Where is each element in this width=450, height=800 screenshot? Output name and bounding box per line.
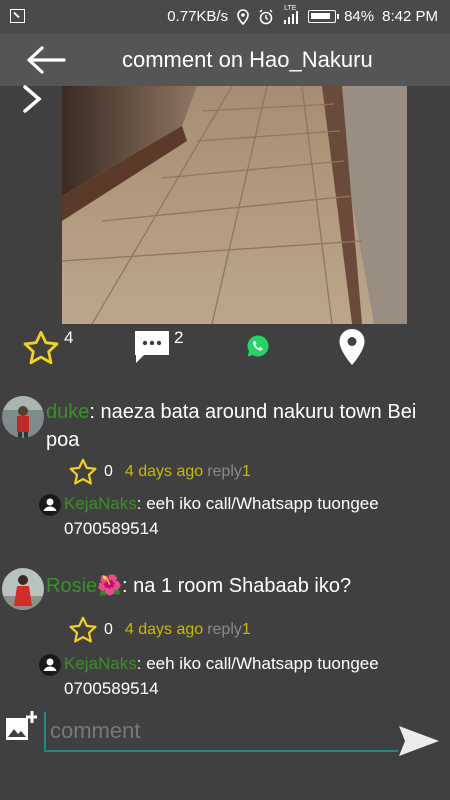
screen-cast-icon bbox=[10, 9, 25, 23]
reply-count: 1 bbox=[241, 463, 251, 480]
comment-emoji: 🌺 bbox=[97, 575, 123, 597]
chevron-right-icon[interactable] bbox=[18, 84, 48, 114]
comment-input[interactable] bbox=[44, 712, 398, 752]
star-icon[interactable] bbox=[68, 616, 98, 644]
location-status-icon bbox=[237, 8, 249, 25]
comment-time: 4 days ago bbox=[124, 621, 204, 638]
reply-count: 1 bbox=[241, 621, 251, 638]
user-icon bbox=[39, 493, 61, 516]
reply-button[interactable]: reply bbox=[207, 621, 242, 639]
battery-icon bbox=[308, 10, 340, 23]
comment-count: 2 bbox=[174, 328, 184, 347]
comment-meta: 0 4 days ago reply 1 bbox=[68, 458, 251, 486]
chat-icon[interactable] bbox=[132, 328, 172, 366]
comment-composer bbox=[0, 700, 450, 760]
comment-body: : naeza bata around nakuru town Bei poa bbox=[46, 401, 417, 451]
post-photo[interactable] bbox=[62, 86, 407, 324]
comment-like-count: 0 bbox=[104, 463, 113, 480]
reply-phone: 0700589514 bbox=[64, 518, 159, 538]
battery-percent: 84% bbox=[344, 8, 375, 25]
avatar[interactable] bbox=[2, 568, 44, 610]
comment-text: Rosie🌺: na 1 room Shabaab iko? bbox=[46, 572, 446, 600]
comment-meta: 0 4 days ago reply 1 bbox=[68, 616, 251, 644]
back-arrow-icon[interactable] bbox=[26, 46, 66, 74]
post-actions: 4 2 bbox=[0, 324, 450, 374]
page-title: comment on Hao_Nakuru bbox=[122, 47, 373, 72]
comment-username[interactable]: Rosie bbox=[46, 575, 97, 597]
floor-image bbox=[62, 86, 407, 324]
send-icon[interactable] bbox=[397, 724, 441, 758]
location-pin-icon[interactable] bbox=[338, 328, 366, 366]
comment-like-count: 0 bbox=[104, 621, 113, 638]
reply-body: : eeh iko call/Whatsapp tuongee bbox=[136, 494, 379, 513]
comment-username[interactable]: duke bbox=[46, 401, 89, 423]
status-right: 0.77KB/s LTE 84% 8:42 PM bbox=[167, 5, 438, 26]
app-bar: comment on Hao_Nakuru bbox=[0, 34, 450, 86]
network-speed: 0.77KB/s bbox=[167, 8, 229, 25]
alarm-icon bbox=[259, 9, 273, 24]
reply-button[interactable]: reply bbox=[207, 463, 242, 481]
user-icon bbox=[39, 653, 61, 676]
star-icon[interactable] bbox=[22, 330, 60, 366]
star-icon[interactable] bbox=[68, 458, 98, 486]
reply-username[interactable]: KejaNaks bbox=[64, 494, 137, 513]
reply-body: : eeh iko call/Whatsapp tuongee bbox=[136, 654, 379, 673]
reply-item: KejaNaks: eeh iko call/Whatsapp tuongee … bbox=[38, 652, 448, 700]
clock: 8:42 PM bbox=[382, 8, 438, 25]
reply-username[interactable]: KejaNaks bbox=[64, 654, 137, 673]
comment-body: : na 1 room Shabaab iko? bbox=[122, 575, 352, 597]
reply-phone: 0700589514 bbox=[64, 678, 159, 698]
avatar[interactable] bbox=[2, 396, 44, 438]
add-photo-icon[interactable] bbox=[5, 710, 37, 742]
reply-item: KejaNaks: eeh iko call/Whatsapp tuongee … bbox=[38, 492, 448, 540]
comment-time: 4 days ago bbox=[124, 463, 204, 480]
status-bar: 0.77KB/s LTE 84% 8:42 PM bbox=[0, 0, 450, 34]
comment-text: duke: naeza bata around nakuru town Bei … bbox=[46, 398, 446, 454]
like-count: 4 bbox=[64, 328, 74, 347]
whatsapp-icon[interactable] bbox=[246, 334, 270, 358]
signal-icon: LTE bbox=[282, 5, 300, 25]
